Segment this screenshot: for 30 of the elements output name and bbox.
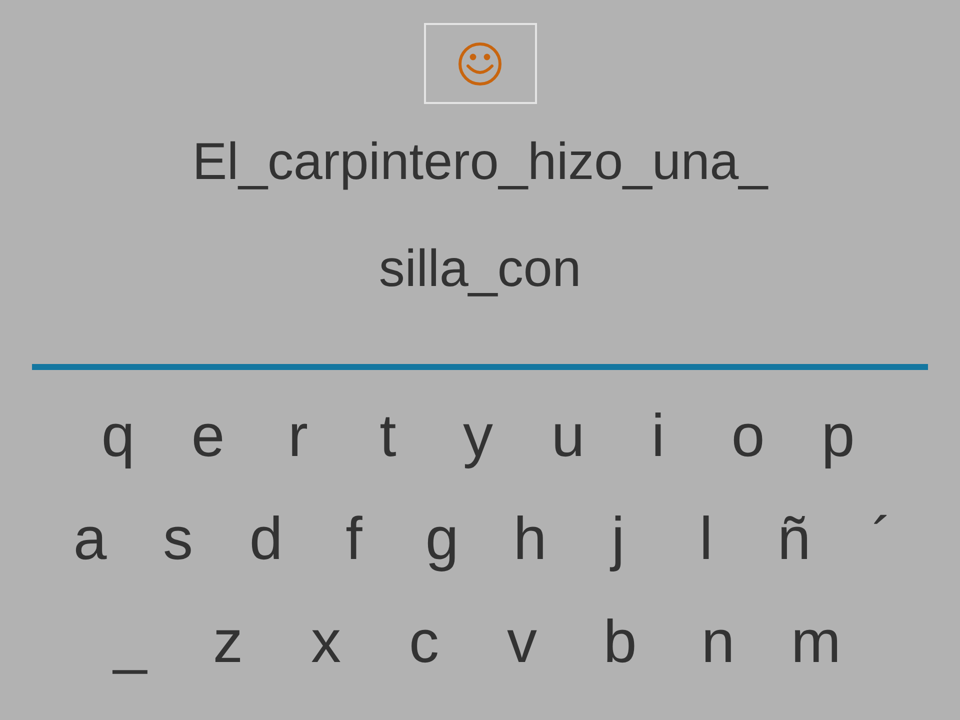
sentence-text: El_carpintero_hizo_una_ — [192, 132, 768, 193]
letter-key[interactable]: ´ — [838, 504, 926, 574]
letter-key[interactable]: r — [253, 400, 343, 470]
letter-key[interactable]: n — [669, 606, 767, 676]
letter-key[interactable]: c — [375, 606, 473, 676]
sentence-text: silla_con — [378, 239, 582, 300]
letter-key[interactable]: v — [473, 606, 571, 676]
letter-key[interactable]: _ — [81, 606, 179, 676]
letter-key[interactable]: i — [613, 400, 703, 470]
smiley-icon — [457, 40, 503, 86]
letter-key[interactable]: b — [571, 606, 669, 676]
letter-key[interactable]: u — [523, 400, 613, 470]
letter-key[interactable]: g — [398, 504, 486, 574]
letter-key[interactable]: d — [222, 504, 310, 574]
letter-key[interactable]: j — [574, 504, 662, 574]
letter-key[interactable]: m — [767, 606, 865, 676]
letter-key[interactable]: l — [662, 504, 750, 574]
letter-key[interactable]: p — [793, 400, 883, 470]
letter-key[interactable]: e — [163, 400, 253, 470]
letter-key[interactable]: ñ — [750, 504, 838, 574]
letter-key[interactable]: z — [179, 606, 277, 676]
letter-key[interactable]: t — [343, 400, 433, 470]
letter-key[interactable]: s — [134, 504, 222, 574]
letter-key[interactable]: y — [433, 400, 523, 470]
letter-key[interactable]: h — [486, 504, 574, 574]
letter-key[interactable]: f — [310, 504, 398, 574]
letter-key[interactable]: q — [73, 400, 163, 470]
letter-key[interactable]: x — [277, 606, 375, 676]
letter-key[interactable]: o — [703, 400, 793, 470]
letter-key[interactable]: a — [46, 504, 134, 574]
